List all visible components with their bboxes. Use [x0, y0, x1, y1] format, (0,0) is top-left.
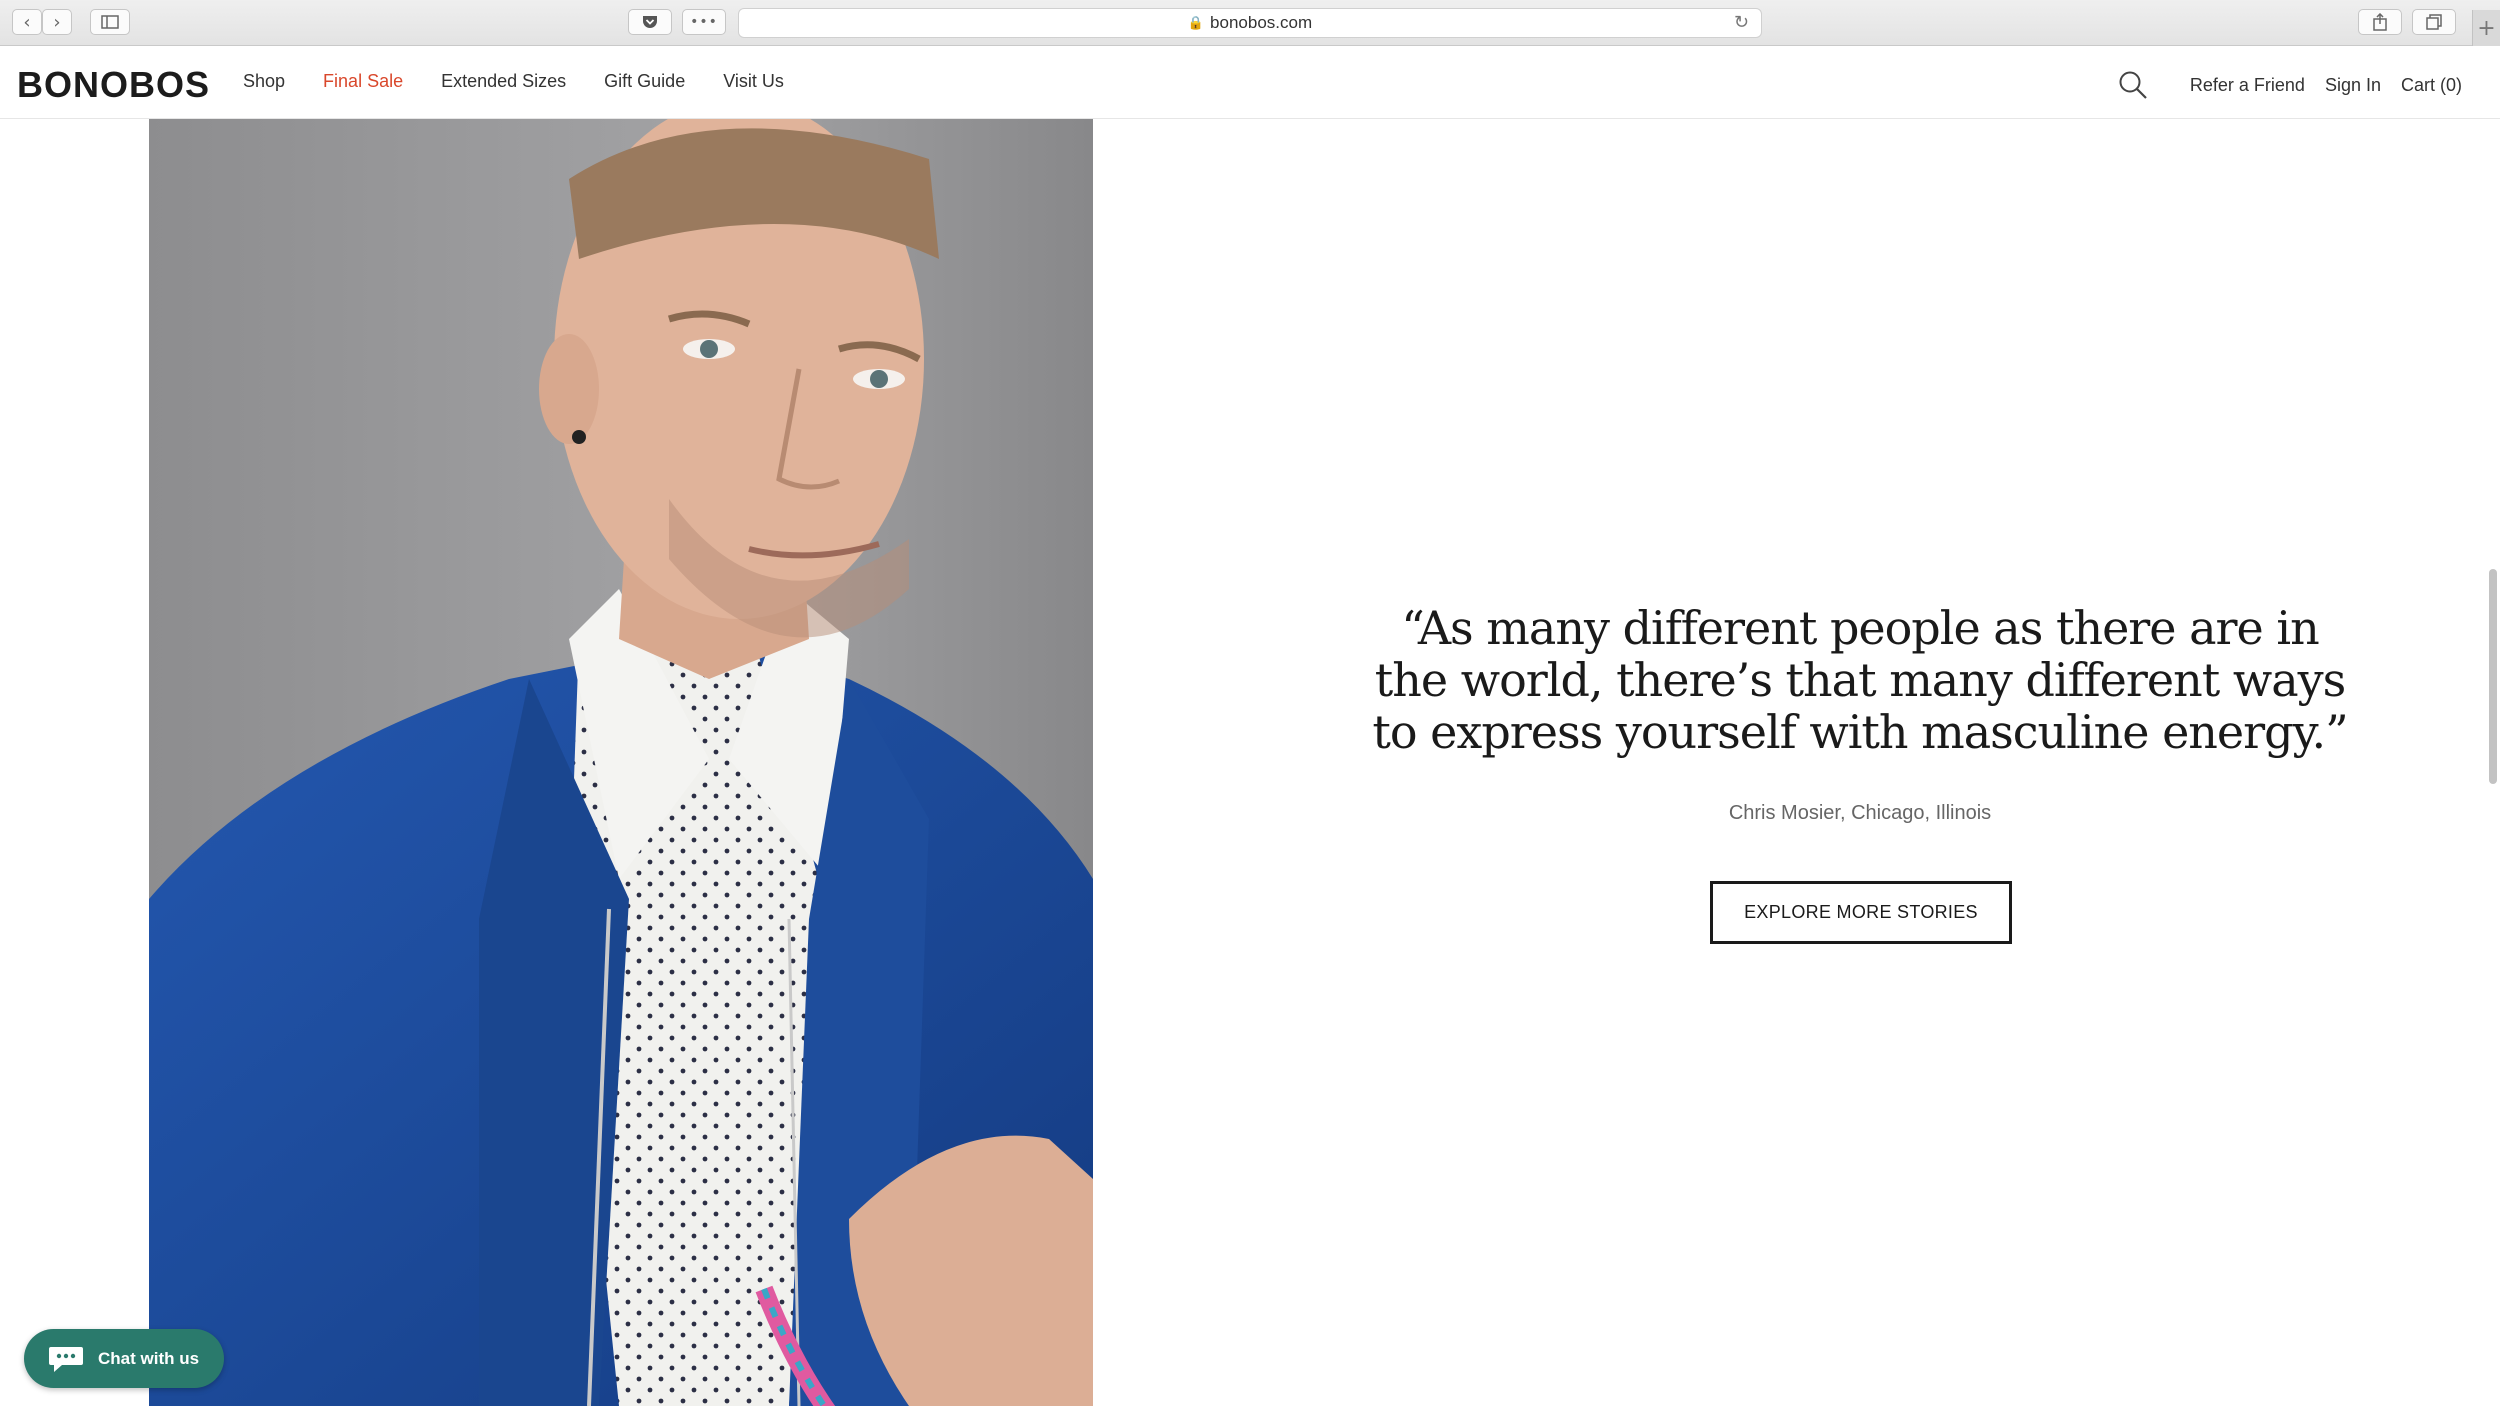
- sidebar-icon: [101, 15, 119, 29]
- chat-label: Chat with us: [98, 1348, 200, 1368]
- pocket-button[interactable]: [628, 9, 672, 35]
- nav-visit-us[interactable]: Visit Us: [723, 71, 784, 92]
- nav-extended-sizes[interactable]: Extended Sizes: [441, 71, 566, 92]
- story-quote: “As many different people as there are i…: [1372, 601, 2348, 759]
- address-bar[interactable]: 🔒 bonobos.com ↻: [738, 8, 1762, 38]
- url-text: bonobos.com: [1210, 13, 1313, 32]
- reload-icon[interactable]: ↻: [1734, 12, 1749, 33]
- story-portrait-image: [149, 119, 1093, 1406]
- chat-bubble-icon: [49, 1346, 83, 1372]
- search-icon[interactable]: [2118, 70, 2148, 100]
- account-nav: Refer a Friend Sign In Cart (0): [2118, 70, 2462, 100]
- tabs-button[interactable]: [2412, 9, 2456, 35]
- new-tab-button[interactable]: +: [2472, 10, 2500, 46]
- more-button[interactable]: •••: [682, 9, 726, 35]
- chat-with-us-button[interactable]: Chat with us: [24, 1329, 224, 1388]
- logo[interactable]: BONOBOS: [17, 64, 210, 106]
- plus-icon: +: [2477, 15, 2496, 41]
- pocket-icon: [643, 16, 657, 28]
- scrollbar-thumb[interactable]: [2489, 569, 2497, 784]
- page-scrollbar[interactable]: [2486, 119, 2500, 1406]
- main-nav: Shop Final Sale Extended Sizes Gift Guid…: [243, 71, 822, 92]
- sign-in-link[interactable]: Sign In: [2325, 75, 2381, 96]
- chevron-right-icon: ›: [53, 11, 61, 33]
- explore-more-stories-button[interactable]: EXPLORE MORE STORIES: [1710, 881, 2012, 944]
- nav-final-sale[interactable]: Final Sale: [323, 71, 403, 92]
- lock-icon: 🔒: [1187, 15, 1205, 30]
- sidebar-toggle-button[interactable]: [90, 9, 130, 35]
- browser-toolbar: ‹ › ••• 🔒 bonobos.com ↻ +: [0, 0, 2500, 46]
- site-header: BONOBOS Shop Final Sale Extended Sizes G…: [0, 46, 2500, 119]
- back-button[interactable]: ‹: [12, 9, 42, 35]
- cart-link[interactable]: Cart (0): [2401, 75, 2462, 96]
- nav-shop[interactable]: Shop: [243, 71, 285, 92]
- nav-gift-guide[interactable]: Gift Guide: [604, 71, 685, 92]
- tabs-icon: [2426, 14, 2442, 30]
- forward-button[interactable]: ›: [42, 9, 72, 35]
- refer-friend-link[interactable]: Refer a Friend: [2190, 75, 2305, 96]
- quote-attribution: Chris Mosier, Chicago, Illinois: [1728, 802, 1992, 824]
- share-icon: [2373, 13, 2387, 31]
- share-button[interactable]: [2358, 9, 2402, 35]
- chevron-left-icon: ‹: [23, 11, 31, 33]
- ellipsis-icon: •••: [690, 14, 718, 30]
